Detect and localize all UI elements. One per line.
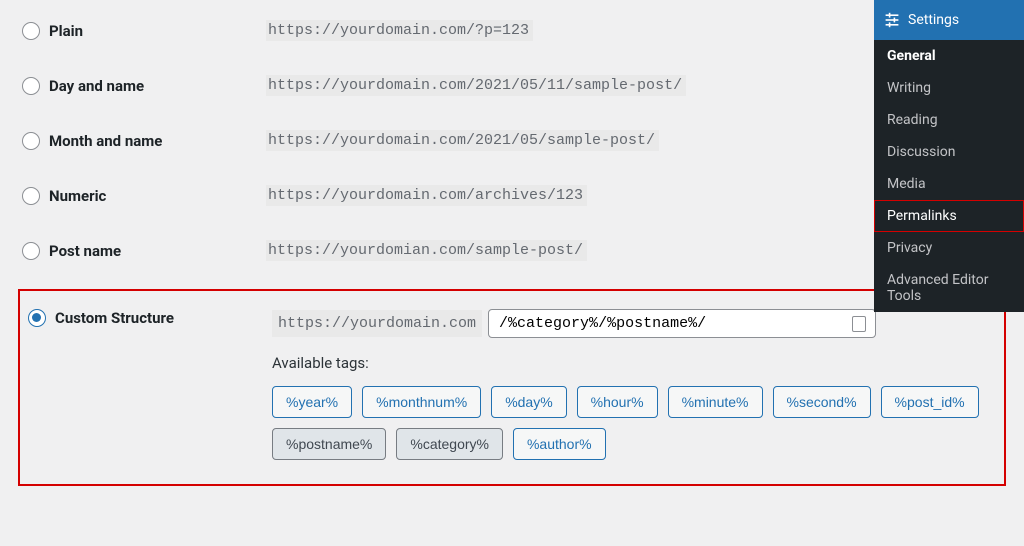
sidebar-item-writing[interactable]: Writing — [874, 72, 1024, 104]
tag-button-monthnum[interactable]: %monthnum% — [362, 386, 481, 418]
example-post-name: https://yourdomian.com/sample-post/ — [266, 240, 587, 261]
radio-custom-structure[interactable] — [28, 309, 46, 327]
sidebar-header-settings[interactable]: Settings — [874, 0, 1024, 40]
option-row-plain: Plain https://yourdomain.com/?p=123 — [18, 20, 870, 41]
option-row-month-name: Month and name https://yourdomain.com/202… — [18, 130, 870, 151]
tag-button-second[interactable]: %second% — [773, 386, 871, 418]
radio-numeric[interactable] — [22, 187, 40, 205]
sidebar-item-general[interactable]: General — [874, 40, 1024, 72]
available-tags-label: Available tags: — [272, 354, 992, 372]
sidebar-item-discussion[interactable]: Discussion — [874, 136, 1024, 168]
tag-button-minute[interactable]: %minute% — [668, 386, 763, 418]
sliders-icon — [884, 12, 900, 28]
custom-structure-highlight: Custom Structure https://yourdomain.com … — [18, 289, 1006, 486]
radio-day-name[interactable] — [22, 77, 40, 95]
example-day-name: https://yourdomain.com/2021/05/11/sample… — [266, 75, 686, 96]
tag-button-day[interactable]: %day% — [491, 386, 566, 418]
label-day-name: Day and name — [49, 77, 144, 95]
option-row-post-name: Post name https://yourdomian.com/sample-p… — [18, 240, 870, 261]
option-row-day-name: Day and name https://yourdomain.com/2021/… — [18, 75, 870, 96]
radio-plain[interactable] — [22, 22, 40, 40]
sidebar-item-reading[interactable]: Reading — [874, 104, 1024, 136]
sidebar-item-privacy[interactable]: Privacy — [874, 232, 1024, 264]
tag-button-postname[interactable]: %postname% — [272, 428, 386, 460]
sidebar-item-permalinks[interactable]: Permalinks — [874, 200, 1024, 232]
example-month-name: https://yourdomain.com/2021/05/sample-po… — [266, 130, 659, 151]
label-plain: Plain — [49, 22, 83, 40]
option-row-numeric: Numeric https://yourdomain.com/archives/1… — [18, 185, 870, 206]
custom-structure-input[interactable] — [488, 309, 876, 338]
settings-sidebar: Settings GeneralWritingReadingDiscussion… — [874, 0, 1024, 312]
label-month-name: Month and name — [49, 132, 162, 150]
label-post-name: Post name — [49, 242, 121, 260]
example-numeric: https://yourdomain.com/archives/123 — [266, 185, 587, 206]
tag-button-hour[interactable]: %hour% — [577, 386, 658, 418]
example-plain: https://yourdomain.com/?p=123 — [266, 20, 533, 41]
sidebar-header-label: Settings — [908, 12, 959, 28]
label-numeric: Numeric — [49, 187, 106, 205]
label-custom-structure: Custom Structure — [55, 309, 174, 327]
custom-base-url: https://yourdomain.com — [272, 310, 482, 337]
tag-button-author[interactable]: %author% — [513, 428, 606, 460]
sidebar-item-advanced-editor-tools[interactable]: Advanced Editor Tools — [874, 264, 1024, 312]
radio-month-name[interactable] — [22, 132, 40, 150]
tag-button-category[interactable]: %category% — [396, 428, 503, 460]
tag-button-post_id[interactable]: %post_id% — [881, 386, 979, 418]
tag-button-year[interactable]: %year% — [272, 386, 352, 418]
radio-post-name[interactable] — [22, 242, 40, 260]
sidebar-item-media[interactable]: Media — [874, 168, 1024, 200]
